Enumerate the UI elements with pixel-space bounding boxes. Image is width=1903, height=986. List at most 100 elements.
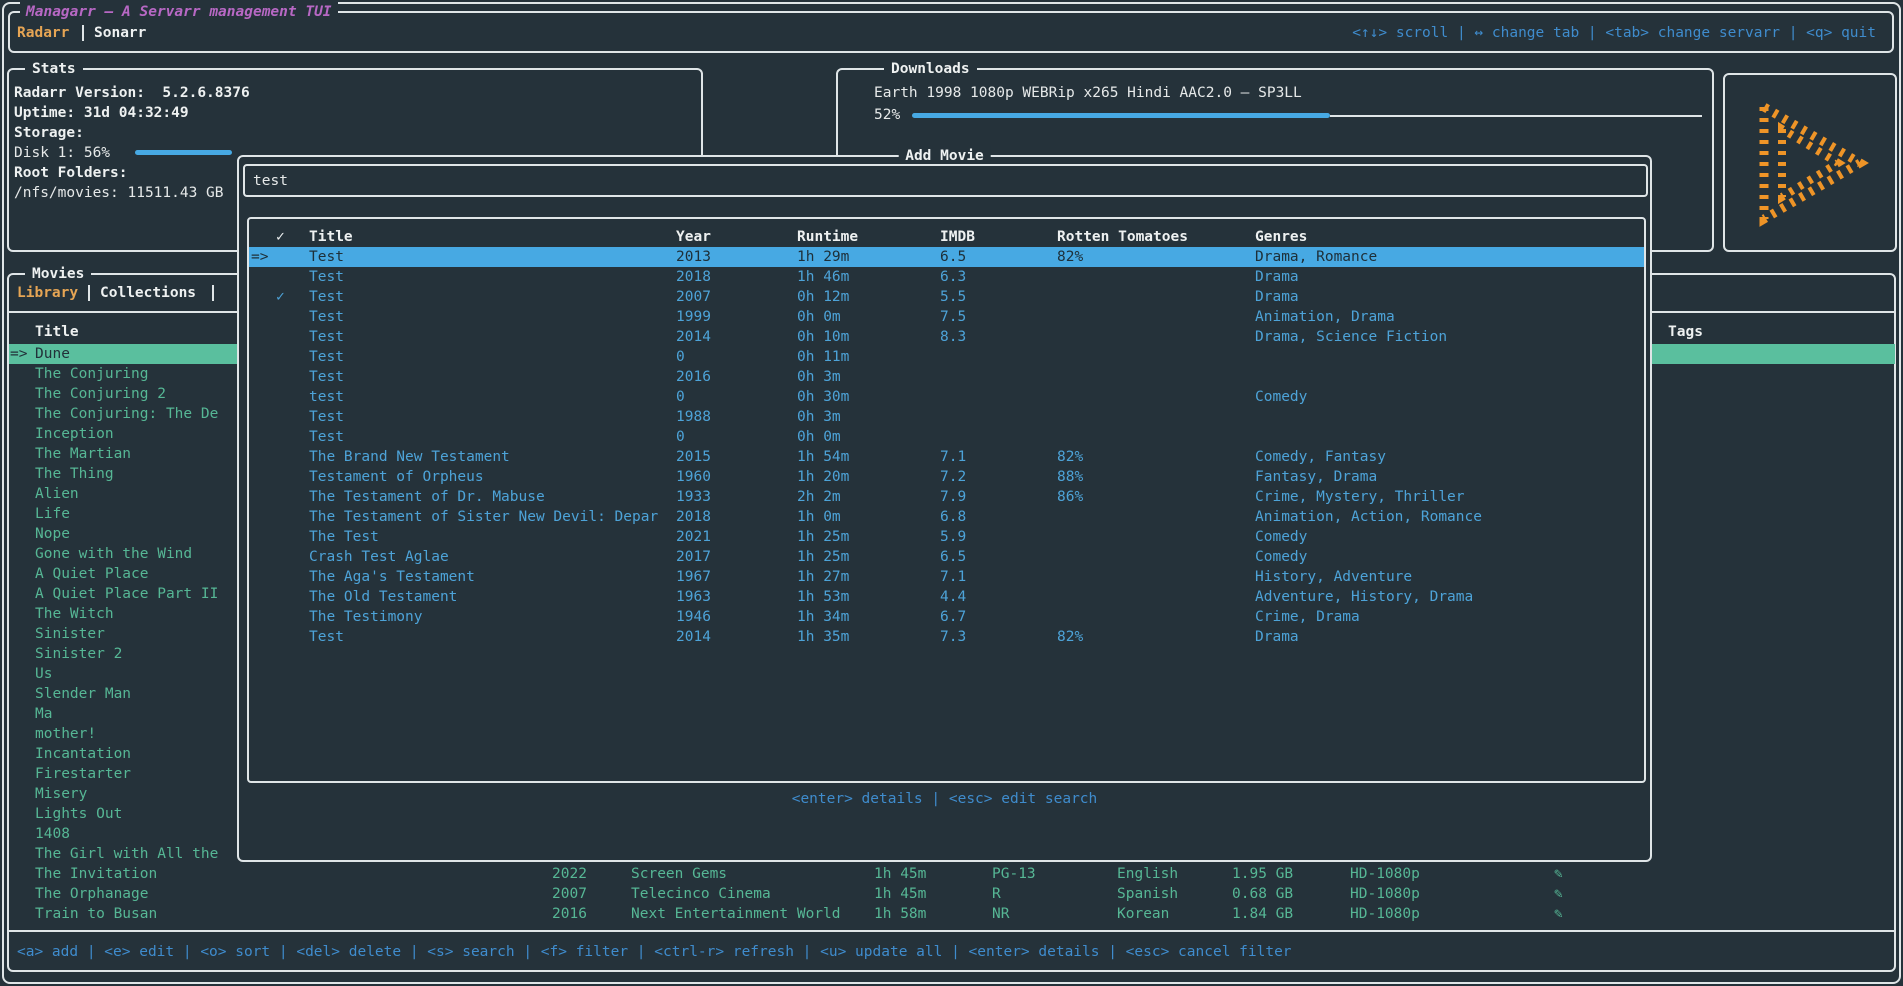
cell-runtime: 0h 0m — [797, 427, 841, 447]
cell-language: Korean — [1117, 904, 1169, 924]
cell-year: 2007 — [552, 884, 587, 904]
cell-year: 1933 — [676, 487, 711, 507]
cell-year: 1988 — [676, 407, 711, 427]
cell-imdb: 7.1 — [940, 447, 966, 467]
table-row[interactable]: 2022Screen Gems1h 45mPG-13English1.95 GB… — [0, 864, 1903, 884]
cell-runtime: 1h 25m — [797, 527, 849, 547]
result-row[interactable]: The Old Testament19631h 53m4.4Adventure,… — [249, 587, 1644, 607]
cell-imdb: 6.7 — [940, 607, 966, 627]
cell-runtime: 1h 27m — [797, 567, 849, 587]
result-row[interactable]: test00h 30mComedy — [249, 387, 1644, 407]
result-row[interactable]: Test20140h 10m8.3Drama, Science Fiction — [249, 327, 1644, 347]
cell-title: Test — [309, 287, 344, 307]
cell-studio: Next Entertainment World — [631, 904, 841, 924]
cell-runtime: 0h 12m — [797, 287, 849, 307]
cell-runtime: 1h 29m — [797, 247, 849, 267]
result-row[interactable]: Testament of Orpheus19601h 20m7.288%Fant… — [249, 467, 1644, 487]
cell-quality: HD-1080p — [1350, 864, 1420, 884]
cell-imdb: 6.8 — [940, 507, 966, 527]
result-row[interactable]: Test 1988 0h 3m — [249, 407, 1644, 427]
result-row[interactable]: The Testament of Sister New Devil: Depar… — [249, 507, 1644, 527]
cell-title: Test — [309, 627, 344, 647]
cell-imdb: 5.5 — [940, 287, 966, 307]
cell-year: 2015 — [676, 447, 711, 467]
cell-title: Test — [309, 307, 344, 327]
cell-year: 2014 — [676, 327, 711, 347]
cell-year: 2016 — [676, 367, 711, 387]
app-title: Managarr — A Servarr management TUI — [20, 2, 338, 22]
cell-genres: Animation, Drama — [1255, 307, 1395, 327]
result-row[interactable]: The Brand New Testament20151h 54m7.182%C… — [249, 447, 1644, 467]
cell-title: test — [309, 387, 344, 407]
cell-title: The Old Testament — [309, 587, 457, 607]
result-row[interactable]: Crash Test Aglae20171h 25m6.5Comedy — [249, 547, 1644, 567]
result-row[interactable]: Test00h 11m — [249, 347, 1644, 367]
cell-runtime: 1h 45m — [874, 864, 926, 884]
result-row[interactable]: Test20160h 3m — [249, 367, 1644, 387]
cell-imdb: 4.4 — [940, 587, 966, 607]
cell-genres: Comedy — [1255, 547, 1307, 567]
cell-year: 0 — [676, 387, 685, 407]
cell-runtime: 1h 0m — [797, 507, 841, 527]
result-row[interactable]: Test20181h 46m6.3Drama — [249, 267, 1644, 287]
cell-runtime: 2h 2m — [797, 487, 841, 507]
cell-year: 2013 — [676, 247, 711, 267]
cell-genres: Crime, Drama — [1255, 607, 1360, 627]
add-movie-popup: Add Movie ✓ Title Year Runtime IMDB Rott… — [237, 155, 1652, 862]
cell-runtime: 1h 53m — [797, 587, 849, 607]
cell-imdb: 6.5 — [940, 547, 966, 567]
cell-genres: History, Adventure — [1255, 567, 1412, 587]
result-row[interactable]: The Testimony19461h 34m6.7Crime, Drama — [249, 607, 1644, 627]
cell-title: The Test — [309, 527, 379, 547]
cell-imdb: 6.3 — [940, 267, 966, 287]
cell-year: 2007 — [676, 287, 711, 307]
cell-studio: Screen Gems — [631, 864, 727, 884]
in-library-check-icon: ✓ — [276, 287, 285, 307]
cell-language: English — [1117, 864, 1178, 884]
cell-genres: Drama — [1255, 267, 1299, 287]
cell-runtime: 1h 20m — [797, 467, 849, 487]
edit-icon: ✎ — [1554, 864, 1563, 884]
result-row[interactable]: The Testament of Dr. Mabuse19332h 2m7.98… — [249, 487, 1644, 507]
cell-genres: Fantasy, Drama — [1255, 467, 1377, 487]
result-row[interactable]: The Test 2021 1h 25m 5.9 Comedy — [249, 527, 1644, 547]
cell-runtime: 1h 25m — [797, 547, 849, 567]
cell-year: 2016 — [552, 904, 587, 924]
result-row[interactable]: ✓Test20070h 12m5.5Drama — [249, 287, 1644, 307]
app-window: Managarr — A Servarr management TUI Rada… — [0, 0, 1903, 986]
cell-size: 1.84 GB — [1232, 904, 1293, 924]
cell-year: 0 — [676, 427, 685, 447]
cell-runtime: 1h 35m — [797, 627, 849, 647]
cell-imdb: 7.1 — [940, 567, 966, 587]
cell-runtime: 1h 46m — [797, 267, 849, 287]
cell-title: The Testament of Sister New Devil: Depar — [309, 507, 658, 527]
result-row[interactable]: =>Test20131h 29m6.582%Drama, Romance — [249, 247, 1644, 267]
result-row[interactable]: Test00h 0m — [249, 427, 1644, 447]
popup-keybinds: <enter> details | <esc> edit search — [239, 789, 1650, 809]
cell-title: Test — [309, 327, 344, 347]
cell-runtime: 0h 3m — [797, 407, 841, 427]
cell-title: The Aga's Testament — [309, 567, 475, 587]
cell-imdb: 5.9 — [940, 527, 966, 547]
result-row[interactable]: The Aga's Testament19671h 27m7.1History,… — [249, 567, 1644, 587]
table-row[interactable]: 2016Next Entertainment World1h 58mNRKore… — [0, 904, 1903, 924]
cell-rotten_tomatoes: 82% — [1057, 247, 1083, 267]
cell-genres: Comedy — [1255, 527, 1307, 547]
cell-genres: Animation, Action, Romance — [1255, 507, 1482, 527]
cell-rating: NR — [992, 904, 1009, 924]
cell-runtime: 0h 11m — [797, 347, 849, 367]
cell-year: 1960 — [676, 467, 711, 487]
cell-year: 2018 — [676, 507, 711, 527]
cell-title: The Brand New Testament — [309, 447, 510, 467]
cell-runtime: 1h 54m — [797, 447, 849, 467]
cell-year: 2021 — [676, 527, 711, 547]
cell-rotten_tomatoes: 82% — [1057, 447, 1083, 467]
result-row[interactable]: Test19990h 0m7.5Animation, Drama — [249, 307, 1644, 327]
result-row[interactable]: Test20141h 35m7.382%Drama — [249, 627, 1644, 647]
table-row[interactable]: 2007Telecinco Cinema1h 45mRSpanish0.68 G… — [0, 884, 1903, 904]
cell-title: Test — [309, 407, 344, 427]
search-results-rows: =>Test20131h 29m6.582%Drama, RomanceTest… — [239, 157, 1650, 860]
cell-year: 1999 — [676, 307, 711, 327]
cell-imdb: 7.9 — [940, 487, 966, 507]
cell-size: 1.95 GB — [1232, 864, 1293, 884]
